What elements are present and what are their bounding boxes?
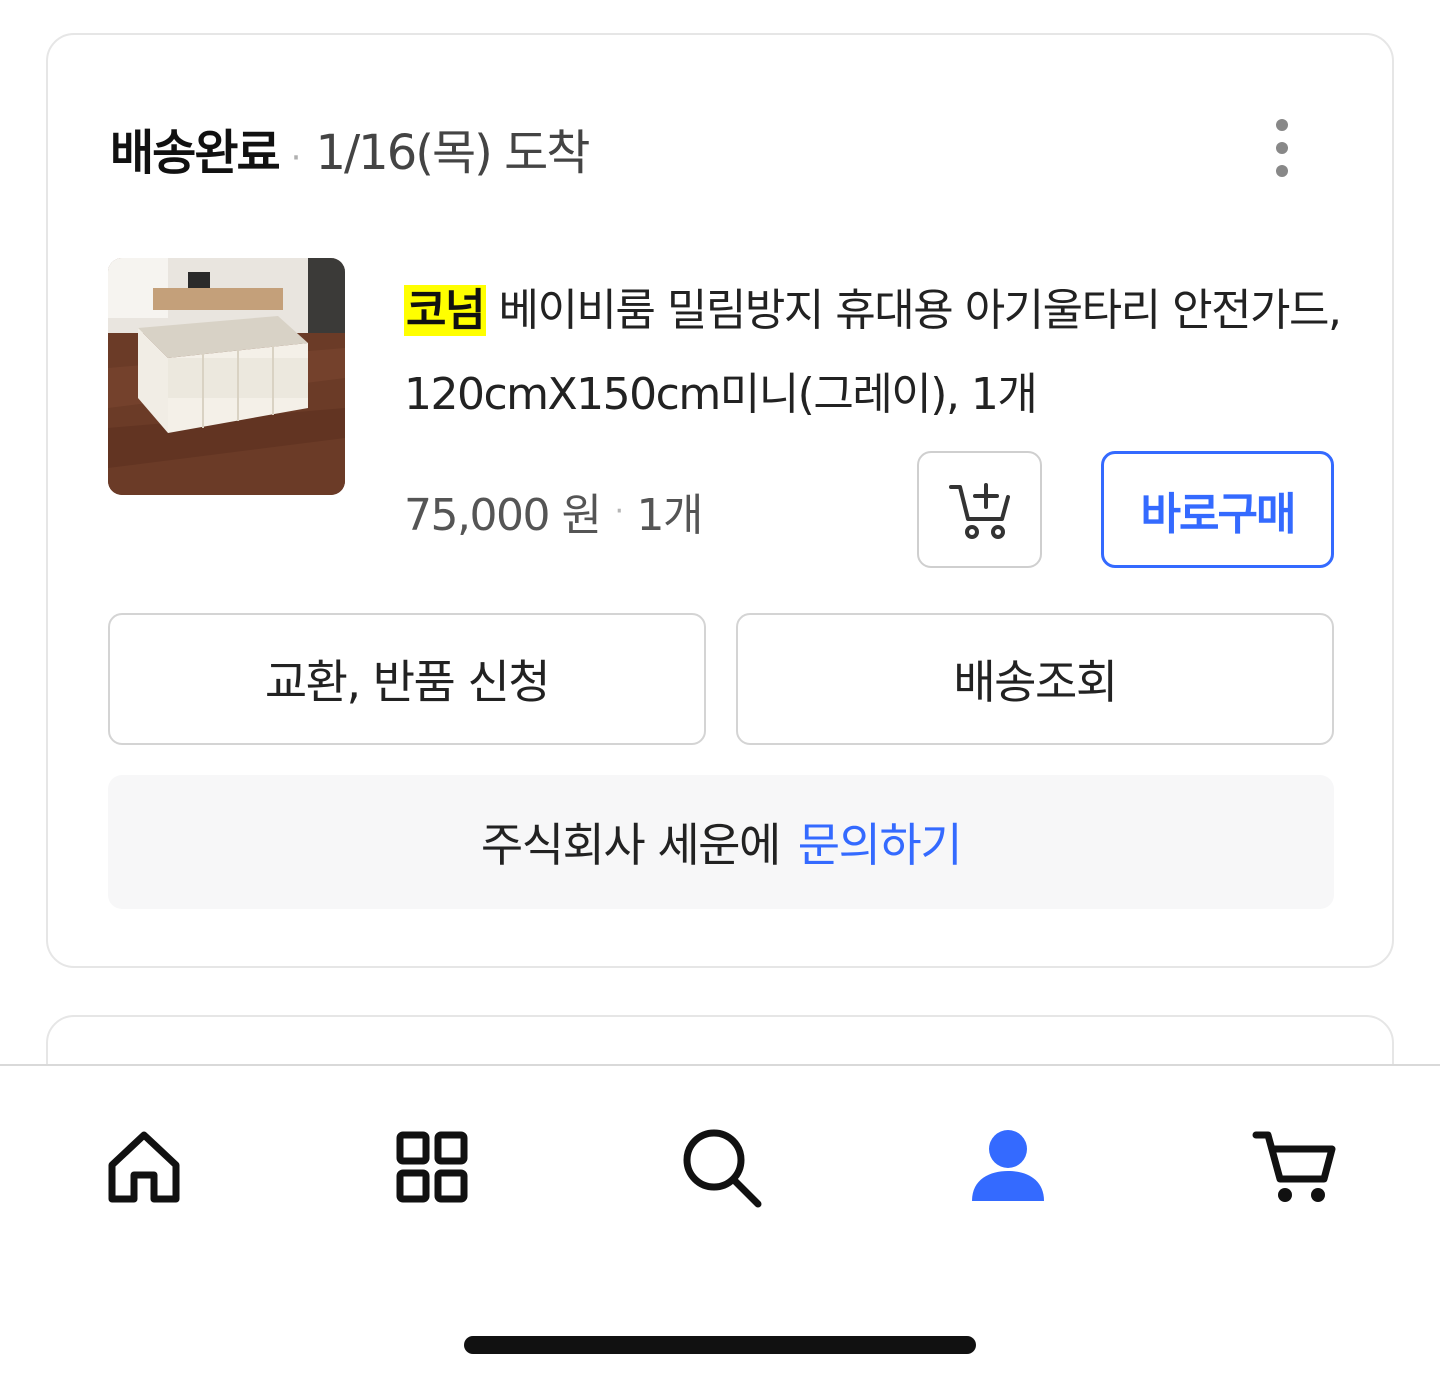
- user-icon: [972, 1130, 1044, 1201]
- arrival-date: 1/16(목) 도착: [315, 125, 590, 181]
- tab-my-page[interactable]: [963, 1122, 1053, 1212]
- product-image[interactable]: [108, 258, 345, 495]
- header-separator: ·: [290, 138, 302, 178]
- price-separator: ·: [614, 493, 624, 529]
- home-indicator: [464, 1336, 976, 1354]
- order-header: 배송완료 · 1/16(목) 도착: [110, 113, 590, 183]
- delivery-status: 배송완료: [110, 125, 281, 181]
- delivery-tracking-button[interactable]: 배송조회: [736, 613, 1334, 745]
- search-icon: [683, 1129, 762, 1208]
- baby-playpen-photo: [108, 258, 345, 495]
- seller-inquiry-bar: 주식회사 세운에 문의하기: [108, 775, 1334, 909]
- cart-icon: [1252, 1131, 1336, 1202]
- bottom-tab-bar: [0, 1064, 1440, 1383]
- product-title[interactable]: 코넘 베이비룸 밀림방지 휴대용 아기울타리 안전가드, 120cmX150cm…: [404, 269, 1354, 437]
- order-card: 배송완료 · 1/16(목) 도착 코넘 베이비룸 밀림방지 휴대용 아기울타리…: [46, 33, 1394, 968]
- add-to-cart-button[interactable]: [917, 451, 1042, 568]
- brand-highlight: 코넘: [404, 285, 486, 336]
- price-line: 75,000 원 · 1개: [404, 479, 703, 543]
- category-grid-icon: [396, 1131, 468, 1203]
- cart-plus-icon: [948, 482, 1010, 539]
- more-vertical-icon: [1276, 119, 1288, 131]
- tab-cart[interactable]: [1250, 1122, 1340, 1212]
- buy-now-button[interactable]: 바로구매: [1101, 451, 1334, 568]
- seller-name: 주식회사 세운에: [480, 818, 781, 872]
- tab-search[interactable]: [676, 1122, 766, 1212]
- more-options-button[interactable]: [1260, 113, 1304, 183]
- product-price: 75,000 원: [404, 490, 602, 541]
- inquiry-link[interactable]: 문의하기: [798, 809, 963, 875]
- tab-category[interactable]: [387, 1122, 477, 1212]
- product-name: 베이비룸 밀림방지 휴대용 아기울타리 안전가드, 120cmX150cm미니(…: [404, 285, 1342, 420]
- home-icon: [108, 1131, 180, 1203]
- product-quantity: 1개: [636, 490, 703, 541]
- exchange-return-button[interactable]: 교환, 반품 신청: [108, 613, 706, 745]
- tab-home[interactable]: [99, 1122, 189, 1212]
